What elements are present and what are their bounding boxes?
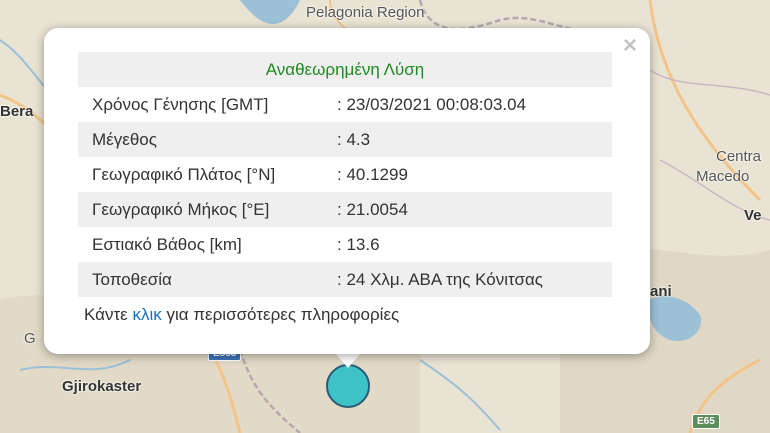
map-label-gjirokaster: Gjirokaster <box>62 378 142 395</box>
earthquake-info-table: Αναθεωρημένη Λύση Χρόνος Γένησης [GMT] :… <box>78 52 612 332</box>
table-row-depth: Εστιακό Βάθος [km] : 13.6 <box>78 227 612 262</box>
row-key: Μέγεθος <box>78 122 331 157</box>
row-key: Γεωγραφικό Μήκος [°E] <box>78 192 331 227</box>
table-title-row: Αναθεωρημένη Λύση <box>78 52 612 87</box>
more-info-link[interactable]: κλικ <box>132 305 161 324</box>
more-info-prefix: Κάντε <box>84 304 133 324</box>
row-value: : 13.6 <box>337 234 380 254</box>
row-key: Τοποθεσία <box>78 262 331 297</box>
table-row-magnitude: Μέγεθος : 4.3 <box>78 122 612 157</box>
row-value: : 24 Χλμ. ΑΒΑ της Κόνιτσας <box>331 262 612 297</box>
close-icon[interactable]: × <box>620 34 640 58</box>
map-label-veria: Ve <box>744 207 762 224</box>
table-row-location: Τοποθεσία : 24 Χλμ. ΑΒΑ της Κόνιτσας <box>78 262 612 297</box>
map-label-g: G <box>24 330 36 347</box>
map-label-central-macedonia-2: Macedo <box>696 168 750 185</box>
table-row-origin-time: Χρόνος Γένησης [GMT] : 23/03/2021 00:08:… <box>78 87 612 122</box>
road-shield-e65: E65 <box>692 414 720 429</box>
row-value: : 23/03/2021 00:08:03.04 <box>337 94 527 114</box>
row-value: : 40.1299 <box>337 164 408 184</box>
row-value: : 4.3 <box>331 122 612 157</box>
row-key: Γεωγραφικό Πλάτος [°N] <box>92 164 276 184</box>
map-label-berat: Bera <box>0 103 34 120</box>
earthquake-marker[interactable] <box>326 364 370 408</box>
table-row-longitude: Γεωγραφικό Μήκος [°E] : 21.0054 <box>78 192 612 227</box>
popup-tip <box>334 352 362 368</box>
more-info-suffix: για περισσότερες πληροφορίες <box>161 304 400 324</box>
table-row-more-info: Κάντε κλικ για περισσότερες πληροφορίες <box>78 297 612 332</box>
map-label-kozani: ani <box>650 283 672 300</box>
more-info-text: Κάντε κλικ για περισσότερες πληροφορίες <box>78 297 612 332</box>
earthquake-info-popup: × Αναθεωρημένη Λύση Χρόνος Γένησης [GMT]… <box>44 28 650 354</box>
popup-title: Αναθεωρημένη Λύση <box>78 52 612 87</box>
table-row-latitude: Γεωγραφικό Πλάτος [°N] : 40.1299 <box>78 157 612 192</box>
map-label-pelagonia: Pelagonia Region <box>306 4 425 21</box>
row-key: Χρόνος Γένησης [GMT] <box>92 94 269 114</box>
row-value: : 21.0054 <box>331 192 612 227</box>
map-label-central-macedonia-1: Centra <box>716 148 762 165</box>
row-key: Εστιακό Βάθος [km] <box>92 234 242 254</box>
